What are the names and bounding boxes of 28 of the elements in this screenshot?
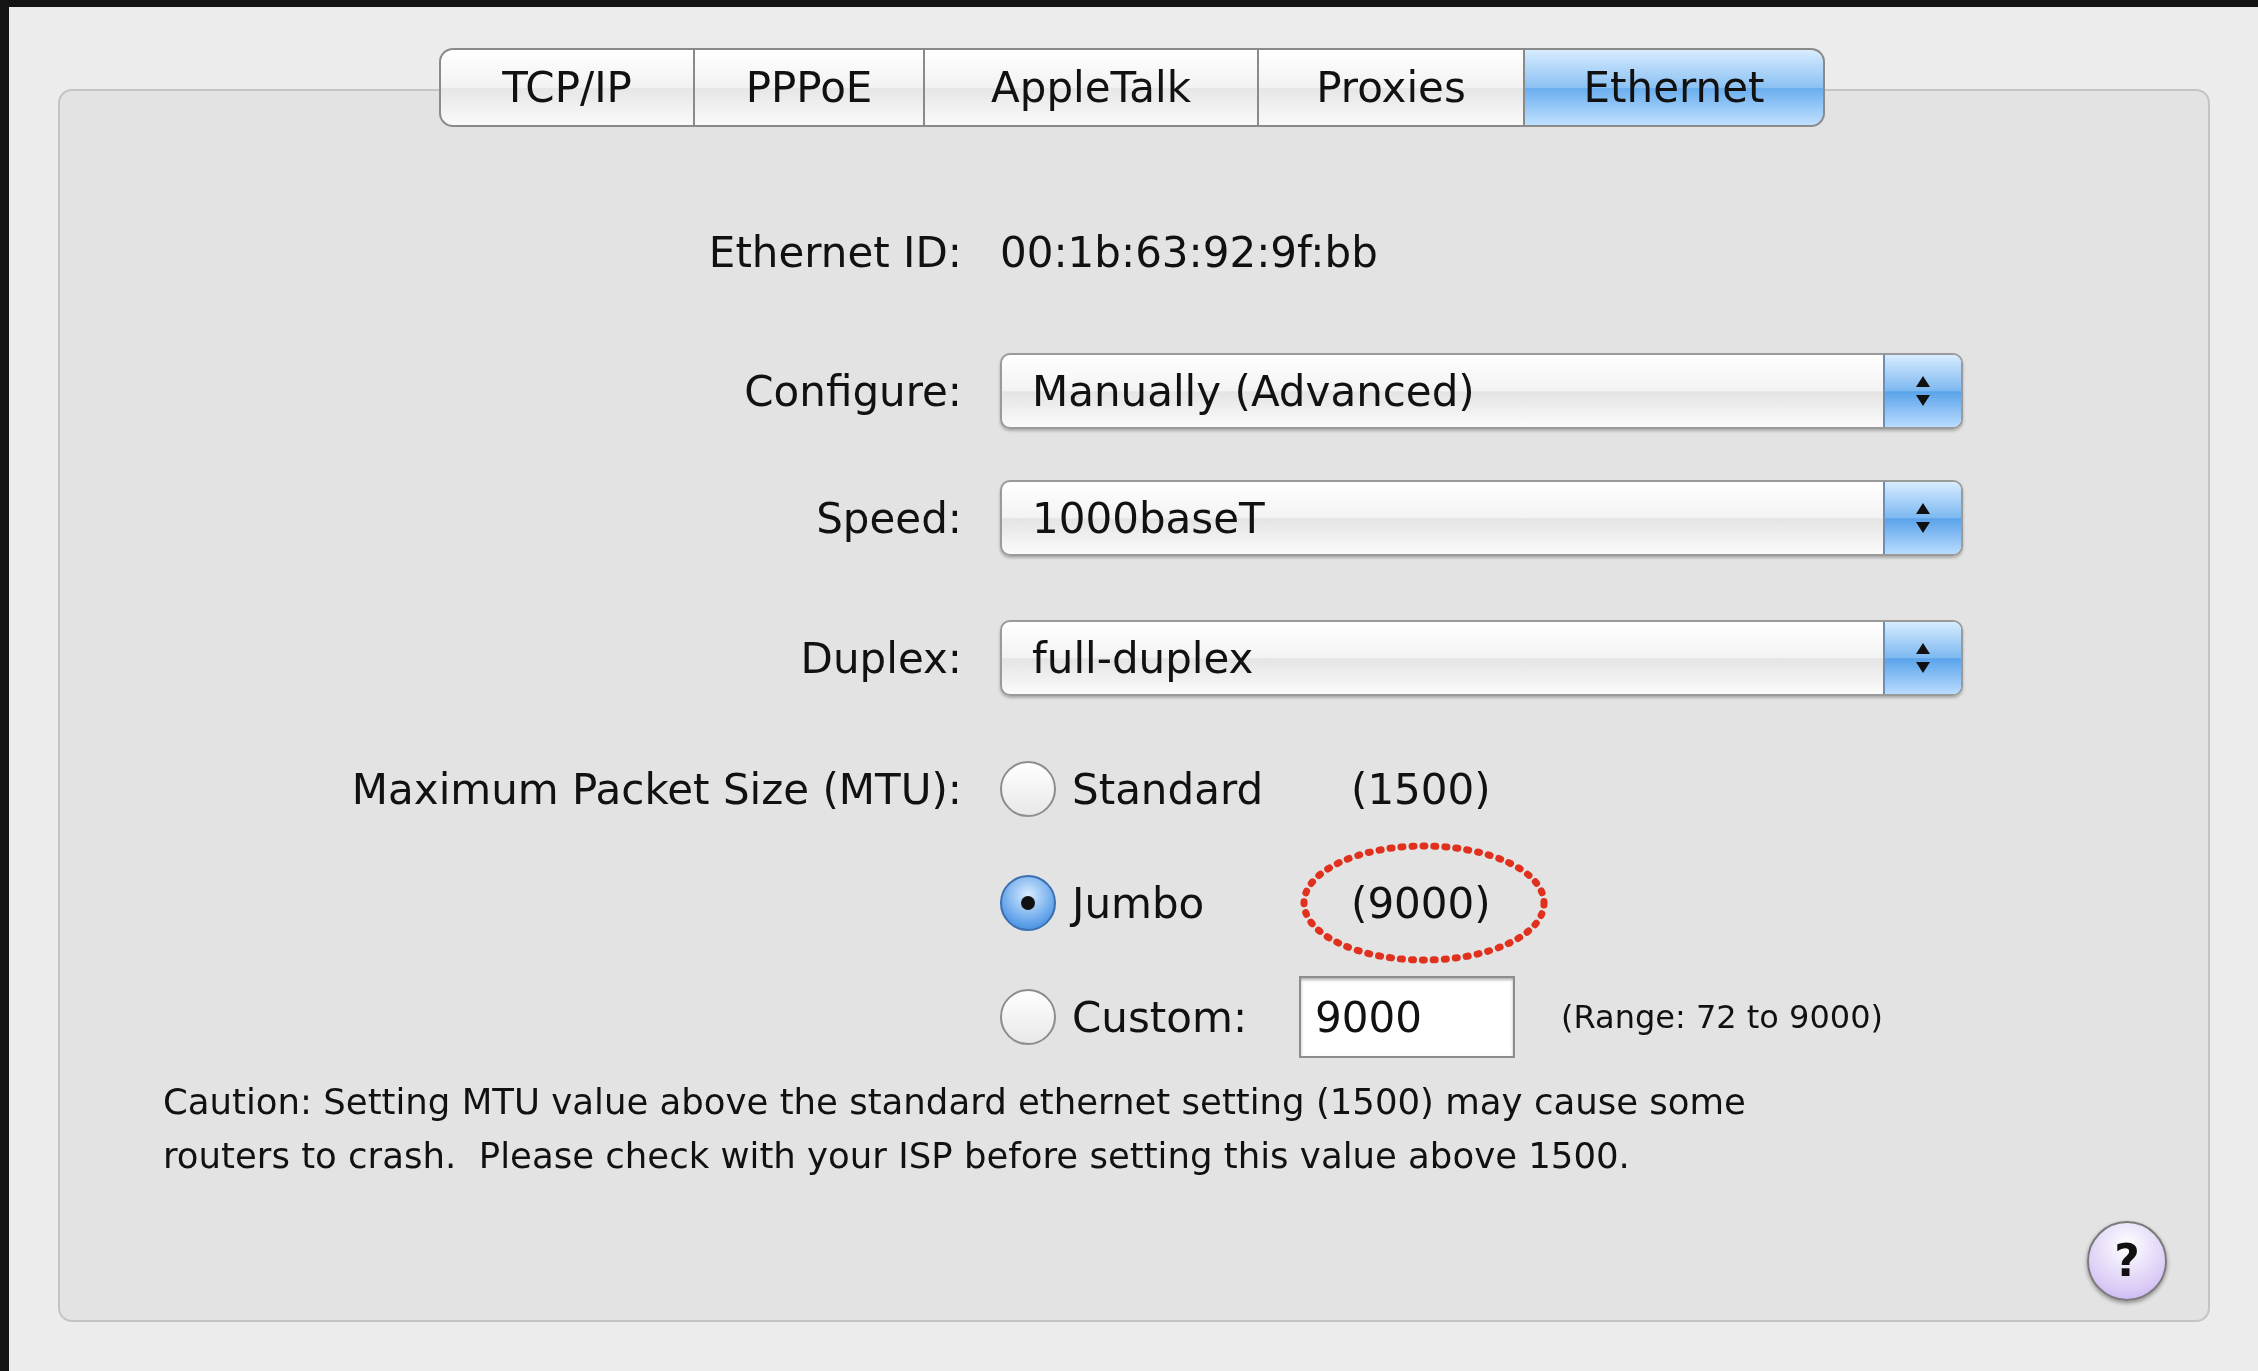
field-label: Configure: bbox=[744, 365, 962, 418]
ethernet-id-value: 00:1b:63:92:9f:bb bbox=[1000, 226, 1378, 279]
radio-button[interactable] bbox=[1000, 875, 1056, 931]
field-label: Ethernet ID: bbox=[708, 226, 962, 279]
stepper-arrows-icon bbox=[1914, 641, 1932, 675]
tab[interactable]: PPPoE bbox=[695, 48, 925, 127]
radio-button[interactable] bbox=[1000, 761, 1056, 817]
input-field[interactable]: 9000 bbox=[1299, 976, 1516, 1058]
stepper-arrows-icon bbox=[1914, 374, 1932, 408]
packet-size-value: (9000) bbox=[1351, 878, 1491, 928]
radio-label[interactable]: Custom: bbox=[1072, 985, 1248, 1049]
tab[interactable]: AppleTalk bbox=[925, 48, 1259, 127]
stepper-arrows-icon bbox=[1914, 501, 1932, 535]
popup-menu[interactable]: 1000baseT bbox=[1000, 480, 1963, 556]
help-button[interactable]: ? bbox=[2087, 1221, 2167, 1301]
radio-label[interactable]: Standard bbox=[1072, 757, 1264, 821]
radio-button[interactable] bbox=[1000, 989, 1056, 1045]
caution-text: Caution: Setting MTU value above the standard ethernet setting (1500) may cause some routers to crash. Please check with your ISP before setting this value above 1500. bbox=[163, 1080, 1747, 1178]
range-hint: (Range: 72 to 9000) bbox=[1561, 997, 1884, 1038]
popup-menu[interactable]: Manually (Advanced) bbox=[1000, 353, 1963, 429]
tab[interactable]: Proxies bbox=[1259, 48, 1525, 127]
field-label: Duplex: bbox=[800, 632, 962, 685]
packet-size-value: (1500) bbox=[1351, 764, 1491, 814]
tab[interactable]: TCP/IP bbox=[439, 48, 695, 127]
field-label: Maximum Packet Size (MTU): bbox=[351, 763, 962, 816]
tab[interactable]: Ethernet bbox=[1525, 48, 1825, 127]
field-label: Speed: bbox=[816, 492, 962, 545]
popup-menu[interactable]: full-duplex bbox=[1000, 620, 1963, 696]
